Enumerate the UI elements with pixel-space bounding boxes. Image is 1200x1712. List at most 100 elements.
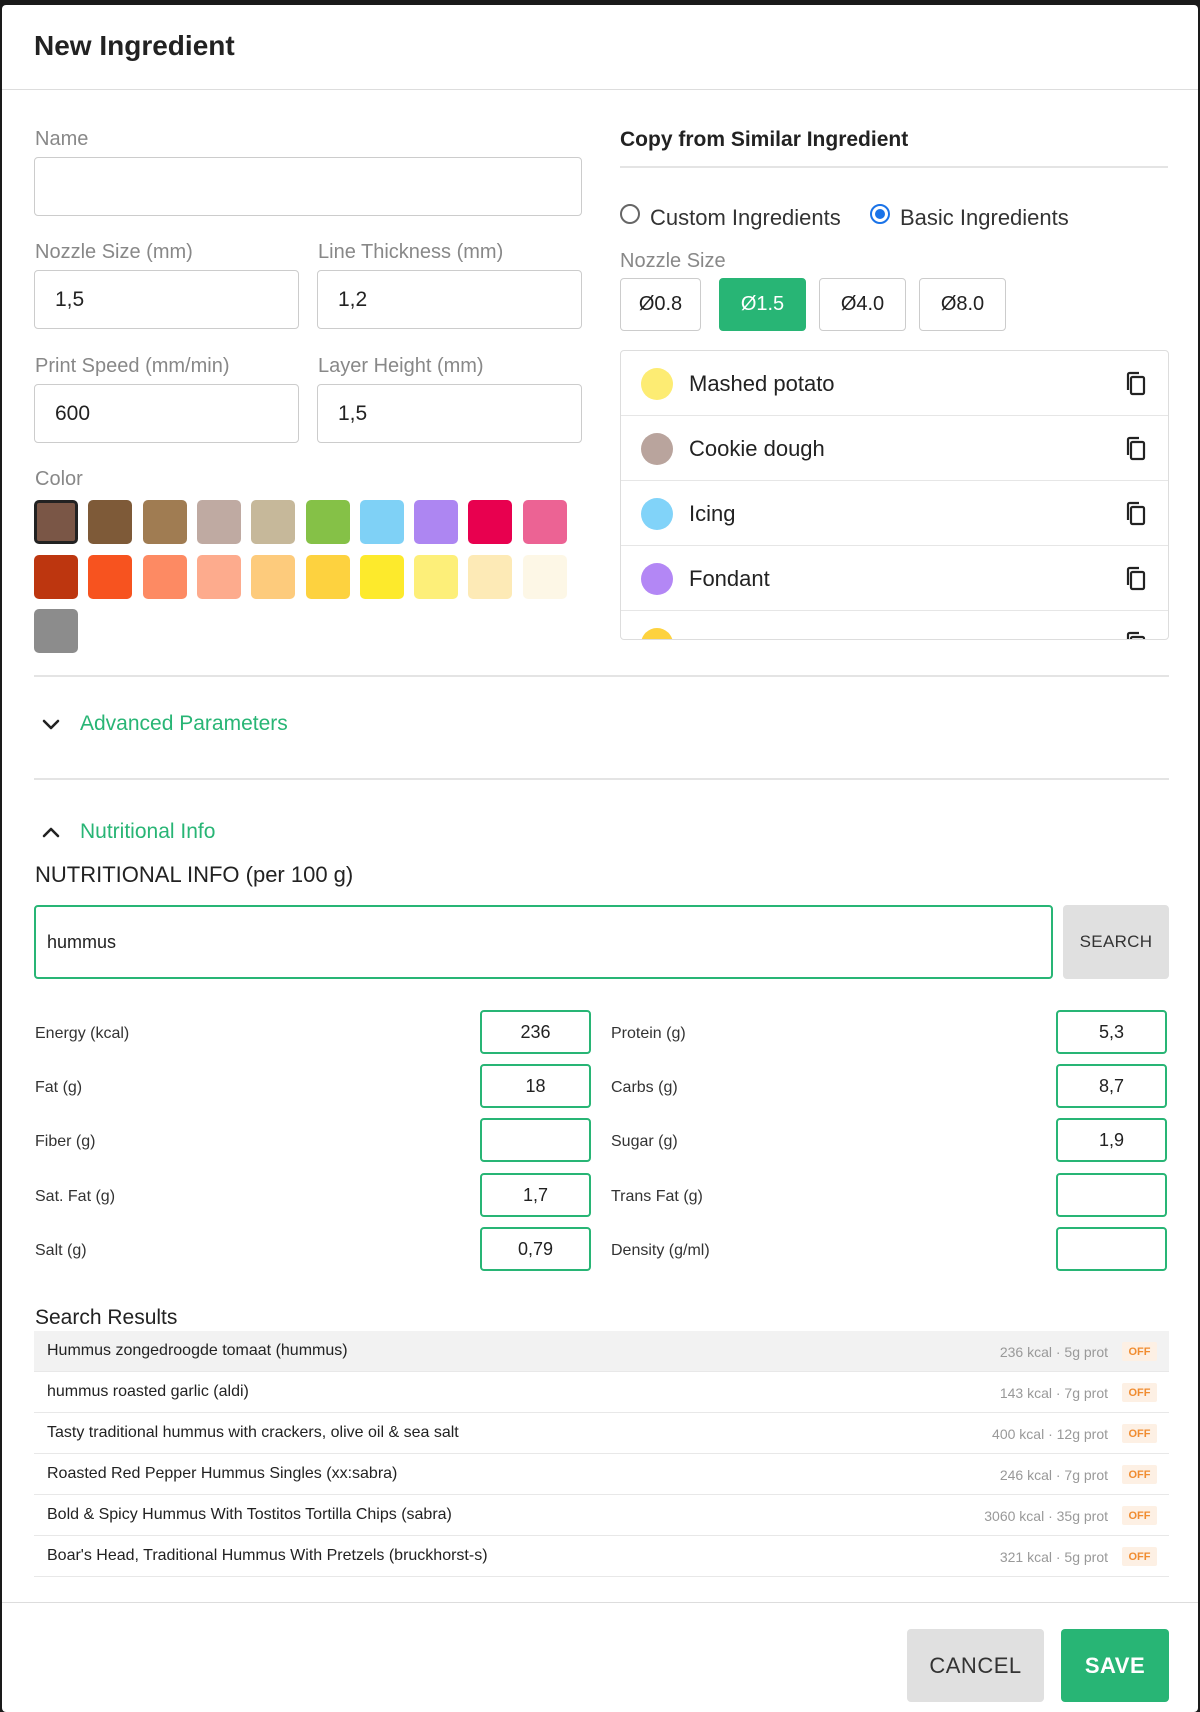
color-swatch[interactable] <box>34 609 78 653</box>
color-swatch[interactable] <box>34 554 78 599</box>
chevron-up-icon[interactable] <box>40 822 62 844</box>
result-row[interactable]: Hummus zongedroogde tomaat (hummus) 236 … <box>34 1331 1169 1372</box>
result-meta: 321 kcal · 5g prot <box>999 1549 1108 1565</box>
density-input[interactable] <box>1056 1227 1167 1271</box>
print-speed-label: Print Speed (mm/min) <box>35 355 230 377</box>
sat-fat-input[interactable]: 1,7 <box>480 1173 591 1217</box>
ingredient-name: Cookie dough <box>689 436 825 461</box>
radio-basic-ingredients[interactable] <box>870 204 890 224</box>
color-swatch[interactable] <box>414 554 459 599</box>
result-name: hummus roasted garlic (aldi) <box>47 1383 249 1400</box>
radio-custom-label[interactable]: Custom Ingredients <box>650 205 841 231</box>
result-source-badge: OFF <box>1122 1547 1157 1566</box>
result-source-badge: OFF <box>1122 1383 1157 1402</box>
color-swatch[interactable] <box>251 554 296 599</box>
color-swatch[interactable] <box>88 500 133 544</box>
line-thickness-input[interactable]: 1,2 <box>317 270 582 329</box>
color-swatch[interactable] <box>34 500 78 544</box>
advanced-parameters-toggle[interactable]: Advanced Parameters <box>80 712 288 736</box>
nozzle-option-4-0[interactable]: Ø4.0 <box>819 278 906 331</box>
dialog-title: New Ingredient <box>34 30 235 61</box>
nutritional-info-title: NUTRITIONAL INFO (per 100 g) <box>35 862 354 887</box>
radio-basic-label[interactable]: Basic Ingredients <box>900 205 1069 231</box>
layer-height-input[interactable]: 1,5 <box>317 384 582 443</box>
color-swatch[interactable] <box>305 500 350 544</box>
copy-icon[interactable] <box>1124 631 1148 640</box>
result-row[interactable]: Boar's Head, Traditional Hummus With Pre… <box>34 1536 1169 1577</box>
result-name: Hummus zongedroogde tomaat (hummus) <box>47 1342 348 1359</box>
result-name: Bold & Spicy Hummus With Tostitos Tortil… <box>47 1506 452 1523</box>
ingredient-row[interactable]: Fondant <box>621 546 1168 611</box>
result-row[interactable]: Bold & Spicy Hummus With Tostitos Tortil… <box>34 1495 1169 1536</box>
nozzle-option-0-8[interactable]: Ø0.8 <box>620 278 701 331</box>
chevron-down-icon[interactable] <box>40 713 62 735</box>
result-meta: 246 kcal · 7g prot <box>999 1467 1108 1483</box>
color-swatch[interactable] <box>88 554 133 599</box>
nozzle-option-1-5[interactable]: Ø1.5 <box>719 278 806 331</box>
color-swatch[interactable] <box>468 554 513 599</box>
fat-input[interactable]: 18 <box>480 1064 591 1108</box>
result-source-badge: OFF <box>1122 1506 1157 1525</box>
protein-input[interactable]: 5,3 <box>1056 1010 1167 1054</box>
density-label: Density (g/ml) <box>611 1242 710 1259</box>
salt-input[interactable]: 0,79 <box>480 1227 591 1271</box>
energy-input[interactable]: 236 <box>480 1010 591 1054</box>
ingredient-color-dot <box>641 563 673 595</box>
nutritional-info-toggle[interactable]: Nutritional Info <box>80 820 215 844</box>
similar-ingredient-list[interactable]: Mashed potato Cookie dough Icing Fondant <box>620 350 1169 640</box>
copy-icon[interactable] <box>1124 566 1148 592</box>
result-source-badge: OFF <box>1122 1465 1157 1484</box>
result-row[interactable]: Roasted Red Pepper Hummus Singles (xx:sa… <box>34 1454 1169 1495</box>
color-swatch[interactable] <box>142 554 187 599</box>
color-swatch[interactable] <box>251 500 296 544</box>
result-meta: 143 kcal · 7g prot <box>999 1385 1108 1401</box>
result-row[interactable]: Tasty traditional hummus with crackers, … <box>34 1413 1169 1454</box>
ingredient-row[interactable] <box>621 611 1168 640</box>
carbs-input[interactable]: 8,7 <box>1056 1064 1167 1108</box>
save-button[interactable]: SAVE <box>1061 1629 1169 1702</box>
cancel-button[interactable]: CANCEL <box>907 1629 1044 1702</box>
print-speed-input[interactable]: 600 <box>34 384 299 443</box>
nozzle-option-8-0[interactable]: Ø8.0 <box>919 278 1006 331</box>
radio-custom-ingredients[interactable] <box>620 204 640 224</box>
color-swatch[interactable] <box>522 500 567 544</box>
color-swatch[interactable] <box>414 500 459 544</box>
name-input[interactable] <box>34 157 582 216</box>
section-divider <box>34 675 1169 677</box>
layer-height-label: Layer Height (mm) <box>318 355 484 377</box>
result-row[interactable] <box>34 1577 1169 1592</box>
trans-fat-input[interactable] <box>1056 1173 1167 1217</box>
copy-icon[interactable] <box>1124 371 1148 397</box>
copy-nozzle-label: Nozzle Size <box>620 250 726 272</box>
fat-label: Fat (g) <box>35 1079 83 1096</box>
footer-divider <box>2 1602 1198 1603</box>
color-swatch[interactable] <box>522 554 567 599</box>
color-swatch[interactable] <box>196 554 241 599</box>
result-meta: 3060 kcal · 35g prot <box>984 1508 1108 1524</box>
copy-icon[interactable] <box>1124 501 1148 527</box>
color-label: Color <box>35 468 83 490</box>
search-results-list[interactable]: Hummus zongedroogde tomaat (hummus) 236 … <box>34 1331 1169 1592</box>
trans-fat-label: Trans Fat (g) <box>611 1188 703 1205</box>
color-swatch[interactable] <box>196 500 241 544</box>
ingredient-color-dot <box>641 628 673 639</box>
sugar-input[interactable]: 1,9 <box>1056 1118 1167 1162</box>
color-swatch[interactable] <box>359 554 404 599</box>
color-swatch[interactable] <box>142 500 187 544</box>
ingredient-color-dot <box>641 433 673 465</box>
color-swatch[interactable] <box>305 554 350 599</box>
nozzle-size-input[interactable]: 1,5 <box>34 270 299 329</box>
copy-panel-divider <box>620 166 1168 168</box>
new-ingredient-dialog: New Ingredient Name Nozzle Size (mm) 1,5… <box>2 5 1198 1712</box>
ingredient-name: Mashed potato <box>689 371 835 396</box>
copy-icon[interactable] <box>1124 436 1148 462</box>
color-swatch[interactable] <box>468 500 513 544</box>
color-swatch[interactable] <box>359 500 404 544</box>
fiber-input[interactable] <box>480 1118 591 1162</box>
search-button[interactable]: SEARCH <box>1063 905 1169 979</box>
nutrition-search-input[interactable]: hummus <box>34 905 1053 979</box>
ingredient-row[interactable]: Mashed potato <box>621 351 1168 416</box>
ingredient-row[interactable]: Cookie dough <box>621 416 1168 481</box>
result-row[interactable]: hummus roasted garlic (aldi) 143 kcal · … <box>34 1372 1169 1413</box>
ingredient-row[interactable]: Icing <box>621 481 1168 546</box>
